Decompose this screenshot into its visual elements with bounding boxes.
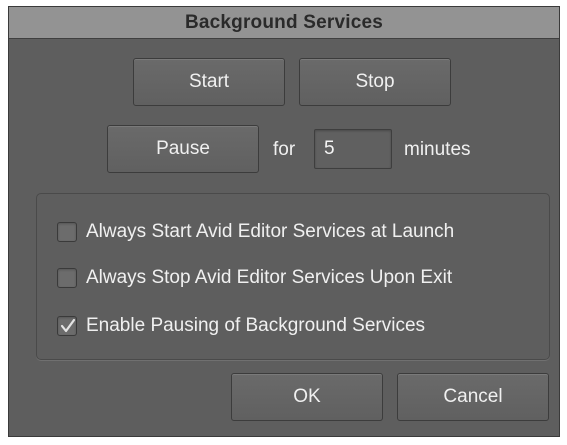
- always-start-label: Always Start Avid Editor Services at Lau…: [86, 221, 455, 242]
- pause-button[interactable]: Pause: [107, 125, 259, 173]
- for-label: for: [273, 139, 296, 160]
- options-group: Always Start Avid Editor Services at Lau…: [36, 193, 550, 360]
- stop-button[interactable]: Stop: [299, 58, 451, 106]
- dialog-titlebar[interactable]: Background Services: [9, 7, 559, 39]
- option-always-stop[interactable]: Always Stop Avid Editor Services Upon Ex…: [57, 267, 452, 289]
- enable-pausing-checkbox[interactable]: [57, 316, 77, 336]
- background-services-dialog: Background Services Start Stop Pause for…: [8, 6, 560, 437]
- option-always-start[interactable]: Always Start Avid Editor Services at Lau…: [57, 221, 454, 243]
- dialog-title: Background Services: [184, 11, 384, 33]
- checkmark-icon: [60, 318, 76, 333]
- always-start-checkbox[interactable]: [57, 222, 77, 242]
- cancel-button[interactable]: Cancel: [397, 373, 549, 421]
- pause-minutes-field[interactable]: 5: [314, 129, 392, 169]
- start-button[interactable]: Start: [133, 58, 285, 106]
- minutes-label: minutes: [404, 139, 471, 160]
- enable-pausing-label: Enable Pausing of Background Services: [86, 315, 426, 336]
- always-stop-label: Always Stop Avid Editor Services Upon Ex…: [86, 267, 453, 288]
- ok-button[interactable]: OK: [231, 373, 383, 421]
- always-stop-checkbox[interactable]: [57, 268, 77, 288]
- option-enable-pausing[interactable]: Enable Pausing of Background Services: [57, 315, 425, 337]
